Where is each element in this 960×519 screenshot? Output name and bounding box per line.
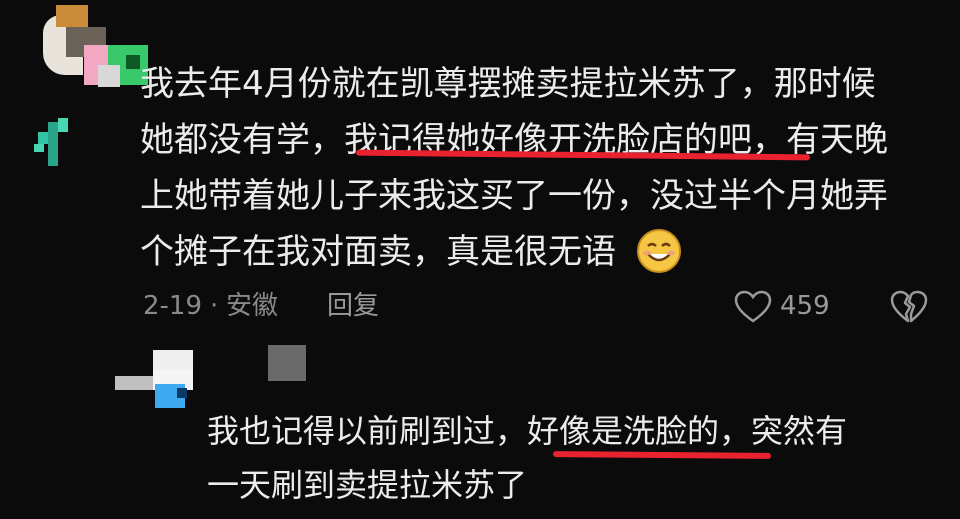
reply-avatar[interactable] xyxy=(115,350,205,410)
dislike-broken-heart-icon[interactable] xyxy=(890,290,928,324)
like-heart-icon[interactable] xyxy=(734,290,772,324)
comment-location: 安徽 xyxy=(226,291,279,321)
smile-emoji-icon xyxy=(636,228,682,274)
reply-button[interactable]: 回复 xyxy=(327,290,379,322)
comment-text-segment: 她都没有学， xyxy=(140,120,344,160)
comment-text-line: 上她带着她儿子来我这买了一份，没过半个月她弄 xyxy=(140,176,888,216)
comment-text-segment: 个摊子在我对面卖，真是很无语 xyxy=(140,232,616,272)
avatar-mosaic-block xyxy=(98,65,120,87)
separator-dot: · xyxy=(210,291,219,321)
reply-text-line: 我也记得以前刷到过，好像是洗脸的，突然有 xyxy=(207,412,847,450)
comment-text-line: 我去年4月份就在凯尊摆摊卖提拉米苏了，那时候 xyxy=(140,64,876,104)
like-count: 459 xyxy=(780,291,830,321)
red-underline-mark xyxy=(552,451,772,459)
comment-date: 2-19 xyxy=(143,291,203,321)
avatar-mosaic-block xyxy=(56,5,88,27)
reply-username-redacted xyxy=(268,345,306,381)
highlighted-text: 好像是洗脸的 xyxy=(527,412,720,450)
reply-text-segment: 我也记得以前刷到过， xyxy=(207,412,528,450)
user-badge-icon xyxy=(30,118,74,168)
reply-text-segment: ，突然有 xyxy=(719,412,848,450)
avatar-mosaic-block xyxy=(126,55,140,69)
comment-text-line: 个摊子在我对面卖，真是很无语 xyxy=(140,232,616,272)
reply-text-line: 一天刷到卖提拉米苏了 xyxy=(207,466,528,504)
